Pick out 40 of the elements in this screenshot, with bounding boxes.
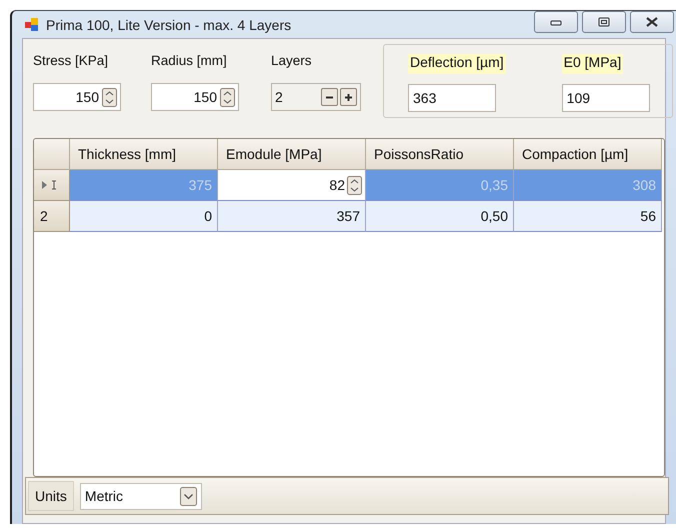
field-label: Stress [KPa] xyxy=(33,53,110,70)
current-row-icon xyxy=(40,179,58,191)
table-cell: 308 xyxy=(514,170,662,201)
close-button[interactable] xyxy=(630,10,674,32)
close-icon xyxy=(645,16,659,26)
spin-arrows-icon xyxy=(347,176,362,194)
units-dropdown[interactable]: Metric xyxy=(80,482,202,510)
column-header[interactable]: Compaction [µm] xyxy=(514,139,662,170)
result-field[interactable]: 363 xyxy=(408,84,496,112)
plus-button[interactable] xyxy=(340,88,357,106)
column-header[interactable]: PoissonsRatio xyxy=(366,139,514,170)
column-header[interactable]: Thickness [mm] xyxy=(70,139,218,170)
table-cell: 0 xyxy=(70,201,218,232)
table-cell: 357 xyxy=(218,201,366,232)
row-number: 2 xyxy=(40,208,48,224)
spin-arrows-icon xyxy=(220,88,235,106)
result-field[interactable]: 109 xyxy=(562,84,650,112)
table-cell: 0,35 xyxy=(366,170,514,201)
maximize-button[interactable] xyxy=(582,10,626,32)
units-label: Units xyxy=(28,481,74,511)
result-label: Deflection [µm] xyxy=(408,54,506,74)
result-label: E0 [MPa] xyxy=(562,54,624,74)
layers-value: 2 xyxy=(275,89,284,105)
window-title: Prima 100, Lite Version - max. 4 Layers xyxy=(46,16,292,32)
table-cell: 0,50 xyxy=(366,201,514,232)
column-header[interactable]: Emodule [MPa] xyxy=(218,139,366,170)
number-spinner[interactable]: 150 xyxy=(33,83,121,111)
table-cell: 375 xyxy=(70,170,218,201)
maximize-icon xyxy=(598,16,610,26)
minimize-button[interactable] xyxy=(534,10,578,32)
cell-editor[interactable]: 82 xyxy=(218,170,366,201)
field-label: Layers xyxy=(271,53,313,70)
field-label: Radius [mm] xyxy=(151,53,228,70)
number-spinner[interactable]: 150 xyxy=(151,83,239,111)
minus-button[interactable] xyxy=(321,88,338,106)
app-icon xyxy=(24,16,40,32)
table-cell: 56 xyxy=(514,201,662,232)
spin-arrows-icon xyxy=(102,88,117,106)
minimize-icon xyxy=(550,18,562,26)
plus-icon xyxy=(344,92,353,102)
